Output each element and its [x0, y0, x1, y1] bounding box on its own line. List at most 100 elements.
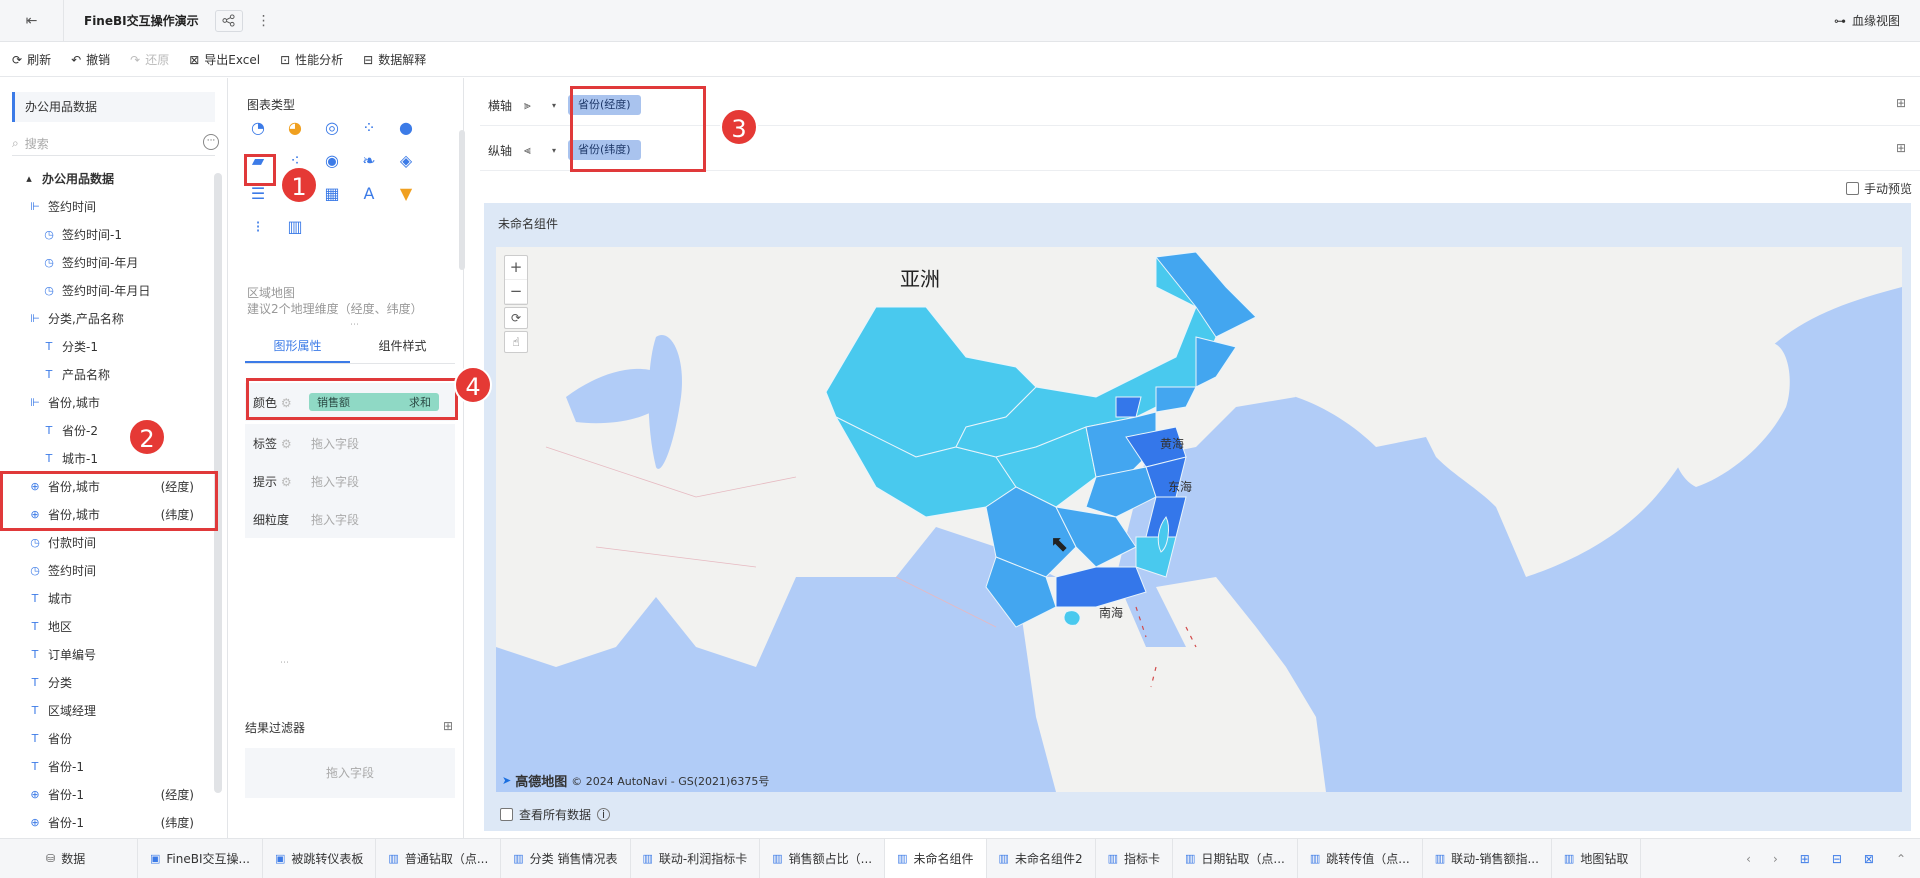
- scatter-chart-icon[interactable]: ⁘: [357, 116, 381, 140]
- data-explain-button[interactable]: ⊟ 数据解释: [363, 51, 426, 68]
- field-tree-item[interactable]: T 省份: [0, 724, 212, 752]
- globe-icon: ⊕: [30, 787, 40, 801]
- field-tree-item[interactable]: T 省份-1: [0, 752, 212, 780]
- field-tree-item[interactable]: T 地区: [0, 612, 212, 640]
- export-excel-button[interactable]: ⊠ 导出Excel: [189, 51, 260, 68]
- x-axis-type-icon[interactable]: ⫸: [524, 98, 552, 113]
- tab-component-style[interactable]: 组件样式: [350, 328, 455, 363]
- view-all-data-toggle[interactable]: 查看所有数据 i: [500, 806, 611, 823]
- lock-icon[interactable]: ⊞: [1896, 96, 1906, 110]
- redo-button[interactable]: ↷ 还原: [130, 51, 169, 68]
- bubble-chart-icon[interactable]: ●: [394, 116, 418, 140]
- label-property[interactable]: 标签 ⚙ 拖入字段: [245, 424, 455, 462]
- settings-icon[interactable]: ⚙: [281, 437, 292, 451]
- pan-hand-icon[interactable]: ☝: [504, 331, 528, 353]
- custom-map-icon[interactable]: ◈: [394, 149, 418, 173]
- chart-type-scrollbar[interactable]: [459, 130, 465, 270]
- lineage-view-button[interactable]: ⊶ 血缘视图: [1834, 12, 1900, 29]
- lock-icon[interactable]: ⊞: [1896, 141, 1906, 155]
- field-tree-item[interactable]: T 城市: [0, 584, 212, 612]
- undo-button[interactable]: ↶ 撤销: [71, 51, 110, 68]
- add-table-icon[interactable]: ⊟: [1832, 852, 1842, 866]
- caret-down-icon[interactable]: ▾: [552, 146, 556, 155]
- field-tree-item[interactable]: ⊩ 签约时间: [0, 192, 212, 220]
- field-tree-item[interactable]: ▴ 办公用品数据: [0, 164, 212, 192]
- y-axis-type-icon[interactable]: ⫷: [524, 143, 552, 158]
- bottom-tab[interactable]: ▥ 指标卡: [1096, 838, 1173, 878]
- more-options-icon[interactable]: ···: [203, 134, 219, 150]
- add-component-icon[interactable]: ⊠: [1864, 852, 1874, 866]
- field-tree-item[interactable]: ⊩ 省份,城市: [0, 388, 212, 416]
- donut-chart-icon[interactable]: ◎: [320, 116, 344, 140]
- bottom-tab[interactable]: ▥ 未命名组件: [885, 838, 987, 878]
- collapse-icon[interactable]: ⌃: [1896, 852, 1906, 866]
- bottom-tab[interactable]: ▥ 跳转传值（点...: [1298, 838, 1423, 878]
- bottom-tab[interactable]: ▥ 未命名组件2: [987, 838, 1096, 878]
- next-tab-icon[interactable]: ›: [1773, 852, 1778, 866]
- search-input[interactable]: ⌕ 搜索 ···: [12, 132, 219, 156]
- tab-graphic-properties[interactable]: 图形属性: [245, 328, 350, 363]
- exit-icon[interactable]: ⇤: [0, 0, 64, 42]
- field-tree-item[interactable]: T 产品名称: [0, 360, 212, 388]
- flow-map-icon[interactable]: ❧: [357, 149, 381, 173]
- component-title[interactable]: 未命名组件: [498, 215, 558, 232]
- field-tree-item[interactable]: T 城市-1: [0, 444, 212, 472]
- bottom-tab[interactable]: ▣ 被跳转仪表板: [263, 838, 377, 878]
- bottom-tab[interactable]: ▥ 分类 销售情况表: [501, 838, 631, 878]
- field-tree-item[interactable]: ◷ 签约时间: [0, 556, 212, 584]
- field-tree-item[interactable]: ◷ 付款时间: [0, 528, 212, 556]
- bottom-tab[interactable]: ▥ 销售额占比（...: [760, 838, 886, 878]
- performance-button[interactable]: ⊡ 性能分析: [280, 51, 343, 68]
- manual-preview-toggle[interactable]: 手动预览: [1845, 180, 1912, 197]
- more-icon[interactable]: ⋮: [257, 13, 271, 29]
- bottom-tab[interactable]: ▥ 地图钻取: [1552, 838, 1642, 878]
- manual-preview-checkbox[interactable]: [1845, 182, 1859, 195]
- settings-icon[interactable]: ⚙: [281, 475, 292, 489]
- word-cloud-icon[interactable]: A: [357, 182, 381, 206]
- rotate-icon[interactable]: ⟳: [504, 307, 528, 329]
- field-tree-item[interactable]: T 分类: [0, 668, 212, 696]
- heat-map-icon[interactable]: ◉: [320, 149, 344, 173]
- rose-chart-icon[interactable]: ◕: [283, 116, 307, 140]
- field-tree-item[interactable]: T 分类-1: [0, 332, 212, 360]
- field-tree-item[interactable]: ◷ 签约时间-年月日: [0, 276, 212, 304]
- field-tree-item[interactable]: ⊕ 省份-1 (经度): [0, 780, 212, 808]
- field-tree-item[interactable]: ⊩ 分类,产品名称: [0, 304, 212, 332]
- bottom-tab[interactable]: ▥ 联动-销售额指...: [1423, 838, 1552, 878]
- tooltip-property[interactable]: 提示 ⚙ 拖入字段: [245, 462, 455, 500]
- filter-icon[interactable]: ⊞: [443, 719, 453, 733]
- field-tree-item[interactable]: T 订单编号: [0, 640, 212, 668]
- bottom-tab[interactable]: ▥ 联动-利润指标卡: [631, 838, 761, 878]
- caret-down-icon[interactable]: ▾: [552, 101, 556, 110]
- share-icon[interactable]: [214, 9, 243, 32]
- prev-tab-icon[interactable]: ‹: [1746, 852, 1751, 866]
- field-tree-item[interactable]: T 区域经理: [0, 696, 212, 724]
- field-tree-item[interactable]: ◷ 签约时间-年月: [0, 248, 212, 276]
- info-icon[interactable]: i: [597, 808, 611, 821]
- text-icon: T: [45, 423, 53, 437]
- funnel-chart-icon[interactable]: ▼: [394, 182, 418, 206]
- result-filter-dropzone[interactable]: 拖入字段: [245, 748, 455, 798]
- region-map[interactable]: + − ⟳ ☝ 亚洲 黄海 东海 南海 ➤ 高德地图 © 2024 AutoNa…: [496, 247, 1902, 792]
- bottom-tab[interactable]: ▥ 日期钻取（点...: [1173, 838, 1298, 878]
- field-tree-item[interactable]: ◷ 签约时间-1: [0, 220, 212, 248]
- zoom-out-button[interactable]: −: [505, 280, 527, 304]
- bottom-tab[interactable]: ▥ 普通钻取（点...: [376, 838, 502, 878]
- annotation-badge-4: 4: [454, 366, 492, 404]
- treemap-chart-icon[interactable]: ▦: [320, 182, 344, 206]
- bottom-tab[interactable]: ⛁ 数据: [0, 838, 138, 878]
- add-chart-icon[interactable]: ⊞: [1800, 852, 1810, 866]
- zoom-in-button[interactable]: +: [505, 256, 527, 280]
- kpi-table-icon[interactable]: ▥: [283, 215, 307, 239]
- pie-chart-icon[interactable]: ◔: [246, 116, 270, 140]
- bottom-tab[interactable]: ▣ FineBI交互操...: [138, 838, 263, 878]
- field-tree-item[interactable]: T 省份-2: [0, 416, 212, 444]
- dot-plot-icon[interactable]: ⁝: [246, 215, 270, 239]
- refresh-button[interactable]: ⟳ 刷新: [12, 51, 51, 68]
- view-all-checkbox[interactable]: [500, 808, 513, 821]
- splitter-handle[interactable]: ⋯: [280, 658, 290, 668]
- annotation-badge-3: 3: [720, 108, 758, 146]
- dataset-name[interactable]: 办公用品数据: [12, 92, 215, 122]
- field-tree-item[interactable]: ⊕ 省份-1 (纬度): [0, 808, 212, 836]
- granularity-property[interactable]: 细粒度 拖入字段: [245, 500, 455, 538]
